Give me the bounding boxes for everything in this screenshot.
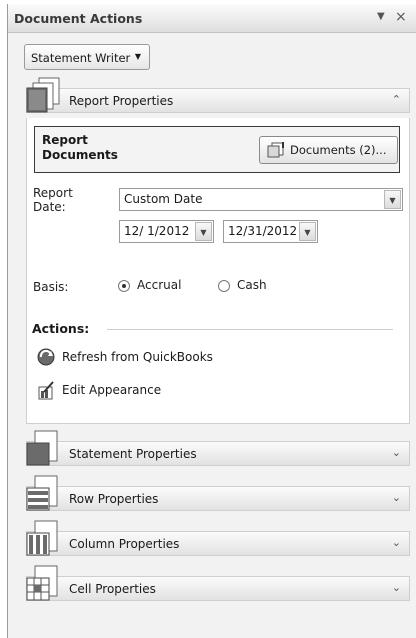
report-properties-header[interactable]: Report Properties ⌃ [26, 77, 410, 113]
chevron-down-icon[interactable]: ⌄ [392, 491, 401, 504]
chevron-down-icon[interactable]: ⌄ [392, 446, 401, 459]
pane-title: Document Actions [14, 11, 143, 26]
edit-appearance-label: Edit Appearance [62, 383, 162, 397]
statement-properties-title: Statement Properties [69, 447, 197, 461]
refresh-icon [37, 348, 55, 366]
pane-menu-icon[interactable]: ▼ [377, 11, 385, 22]
close-icon[interactable]: × [395, 9, 407, 25]
documents-icon [267, 142, 284, 158]
cash-label[interactable]: Cash [237, 278, 267, 292]
pane-titlebar: Document Actions ▼ × [8, 4, 416, 33]
documents-button[interactable]: Documents (2)... [259, 136, 398, 164]
chevron-down-icon[interactable]: ⌄ [392, 536, 401, 549]
statement-properties-header[interactable]: Statement Properties ⌄ [26, 430, 410, 466]
accrual-label[interactable]: Accrual [137, 278, 181, 292]
statement-writer-label: Statement Writer [31, 51, 131, 65]
from-date-picker[interactable]: 12/ 1/2012 ▼ [119, 220, 214, 243]
cell-properties-header[interactable]: Cell Properties ⌄ [26, 565, 410, 601]
refresh-label: Refresh from QuickBooks [62, 350, 213, 364]
edit-appearance-link[interactable]: Edit Appearance [36, 380, 196, 400]
to-date-value: 12/31/2012 [228, 224, 298, 238]
report-properties-title: Report Properties [69, 94, 174, 108]
report-date-value: Custom Date [124, 192, 203, 206]
document-actions-pane: Document Actions ▼ × Statement Writer ▼ … [7, 4, 416, 638]
basis-label: Basis: [33, 280, 69, 294]
actions-divider [107, 329, 393, 330]
chevron-down-icon: ▼ [384, 190, 401, 209]
accrual-radio[interactable] [118, 280, 130, 292]
from-date-value: 12/ 1/2012 [124, 224, 190, 238]
statement-writer-button[interactable]: Statement Writer ▼ [24, 44, 150, 70]
chevron-down-icon: ▼ [134, 52, 141, 61]
row-doc-icon [26, 475, 58, 511]
report-doc-icon [26, 77, 60, 113]
chevron-down-icon: ▼ [195, 222, 212, 241]
refresh-from-quickbooks-link[interactable]: Refresh from QuickBooks [36, 347, 236, 367]
statement-doc-icon [26, 430, 58, 466]
column-doc-icon [26, 520, 58, 556]
row-properties-title: Row Properties [69, 492, 159, 506]
column-properties-title: Column Properties [69, 537, 180, 551]
report-date-select[interactable]: Custom Date ▼ [119, 188, 403, 211]
report-date-label: Report Date: [33, 186, 73, 214]
chevron-down-icon: ▼ [299, 222, 316, 241]
column-properties-header[interactable]: Column Properties ⌄ [26, 520, 410, 556]
chevron-up-icon[interactable]: ⌃ [392, 93, 401, 106]
chevron-down-icon[interactable]: ⌄ [392, 581, 401, 594]
to-date-picker[interactable]: 12/31/2012 ▼ [223, 220, 318, 243]
actions-title: Actions: [32, 321, 90, 336]
cash-radio[interactable] [218, 280, 230, 292]
row-properties-header[interactable]: Row Properties ⌄ [26, 475, 410, 511]
report-documents-label: Report Documents [42, 133, 118, 162]
report-properties-panel: Report Documents Documents (2)... Report… [26, 118, 410, 424]
documents-button-label: Documents (2)... [290, 143, 387, 157]
cell-doc-icon [26, 565, 58, 601]
edit-appearance-icon [38, 381, 54, 400]
cell-properties-title: Cell Properties [69, 582, 156, 596]
report-documents-box: Report Documents Documents (2)... [34, 126, 400, 173]
